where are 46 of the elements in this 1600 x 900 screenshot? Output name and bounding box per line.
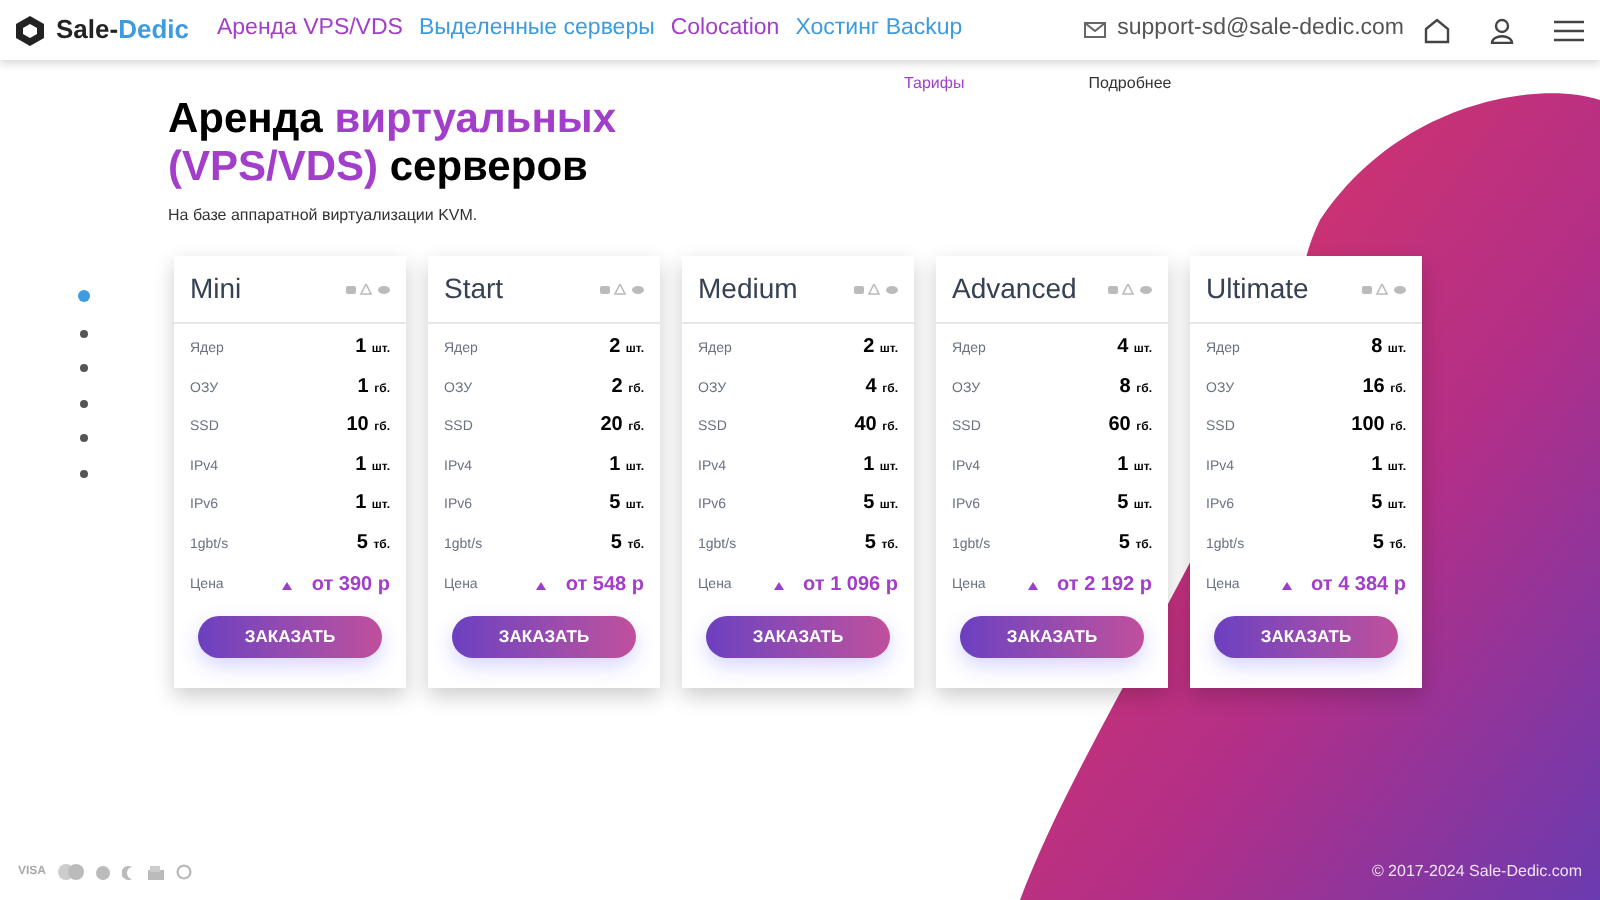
plan-name: Ultimate <box>1206 270 1309 308</box>
plan-name: Medium <box>698 270 798 308</box>
section-tab[interactable]: Тарифы <box>904 72 965 96</box>
hero-subtitle: На базе аппаратной виртуализации KVM. <box>168 204 480 228</box>
triangle-icon <box>1281 581 1292 590</box>
plan-name: Start <box>444 270 504 308</box>
feature-icons <box>1108 283 1152 295</box>
home-icon[interactable] <box>1424 17 1450 43</box>
price: от 1 096 р <box>803 572 898 601</box>
price: от 390 р <box>311 572 390 601</box>
order-button[interactable]: ЗАКАЗАТЬ <box>198 615 382 657</box>
plan-name: Advanced <box>952 270 1077 308</box>
logo-icon <box>16 15 44 45</box>
coin-icon <box>96 865 111 879</box>
triangle-icon <box>535 581 546 590</box>
wallet-icon <box>148 865 165 879</box>
nav-link[interactable]: Выделенные серверы <box>418 12 655 48</box>
email-link[interactable]: support-sd@sale-dedic.com <box>1117 12 1404 48</box>
feature-icons <box>1362 283 1406 295</box>
user-icon[interactable] <box>1490 17 1514 43</box>
triangle-icon <box>281 581 292 590</box>
triangle-icon <box>773 581 784 590</box>
order-button[interactable]: ЗАКАЗАТЬ <box>706 615 890 657</box>
order-button[interactable]: ЗАКАЗАТЬ <box>960 615 1144 657</box>
nav-link[interactable]: Colocation <box>670 12 780 48</box>
feature-icons <box>346 283 390 295</box>
feature-icons <box>854 283 898 295</box>
nav-link[interactable]: Аренда VPS/VDS <box>216 12 403 48</box>
hero-title: Аренда виртуальных (VPS/VDS) серверов <box>168 96 619 192</box>
price: от 4 384 р <box>1311 572 1406 601</box>
order-button[interactable]: ЗАКАЗАТЬ <box>1214 615 1398 657</box>
feature-icons <box>600 283 644 295</box>
logo-text[interactable]: Sale-Dedic <box>56 10 189 50</box>
plan-name: Mini <box>190 270 242 308</box>
mail-icon <box>1083 22 1106 38</box>
copyright: © 2017-2024 Sale-Dedic.com <box>1371 860 1582 884</box>
price: от 2 192 р <box>1057 572 1152 601</box>
section-tab[interactable]: Подробнее <box>1088 72 1172 96</box>
price: от 548 р <box>565 572 644 601</box>
nav-link[interactable]: Хостинг Backup <box>795 12 963 48</box>
ring-icon <box>176 864 193 880</box>
triangle-icon <box>1027 581 1038 590</box>
order-button[interactable]: ЗАКАЗАТЬ <box>452 615 636 657</box>
crescent-icon <box>122 865 137 879</box>
card-logo-icon <box>58 864 85 880</box>
menu-icon[interactable] <box>1554 19 1584 41</box>
